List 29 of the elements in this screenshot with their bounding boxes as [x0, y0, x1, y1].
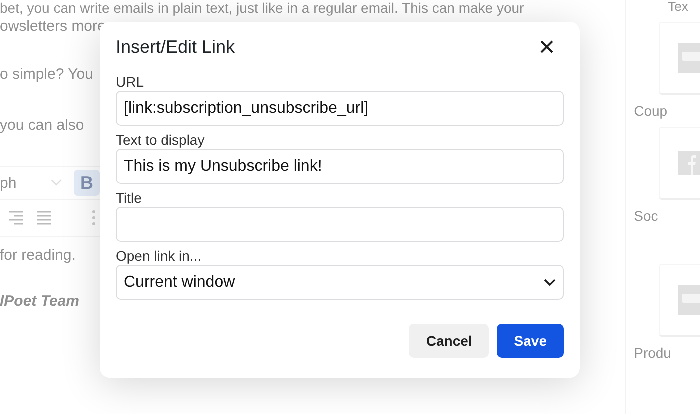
select-field[interactable]: Current window: [116, 265, 564, 300]
paragraph-text: for reading.: [0, 246, 76, 266]
field-label: URL: [116, 73, 146, 91]
field-label: Title: [116, 189, 143, 207]
input-field[interactable]: [116, 207, 564, 242]
justify-icon[interactable]: [36, 211, 52, 225]
field-label: Text to display: [116, 131, 206, 149]
signature-text: lPoet Team: [0, 293, 80, 310]
field-label: Open link in...: [116, 247, 203, 265]
more-icon[interactable]: [92, 210, 96, 226]
block-label: Soc: [634, 208, 658, 224]
close-icon[interactable]: [540, 40, 554, 54]
section-heading: Tex: [668, 0, 688, 14]
paragraph-text: you can also: [0, 116, 84, 136]
chevron-icon: [544, 278, 556, 286]
input-field[interactable]: This is my Unsubscribe link!: [116, 149, 564, 184]
facebook-icon: [678, 151, 700, 175]
cancel-button[interactable]: Cancel: [409, 324, 490, 358]
input-field[interactable]: [link:subscription_unsubscribe_url]: [116, 91, 564, 126]
logo-icon: [678, 43, 700, 73]
block-label: Coup: [634, 103, 668, 119]
paragraph-text: o simple? You: [0, 65, 94, 85]
chevron-icon: [50, 179, 62, 187]
logo-icon: [678, 285, 700, 315]
block-label: Produ: [634, 345, 672, 361]
paragraph-text: bet, you can write emails in plain text, just like in a regular email. This can make your: [0, 0, 524, 16]
align-right-icon[interactable]: [8, 211, 24, 225]
save-button[interactable]: Save: [497, 324, 564, 358]
dialog-title: Insert/Edit Link: [116, 36, 236, 58]
